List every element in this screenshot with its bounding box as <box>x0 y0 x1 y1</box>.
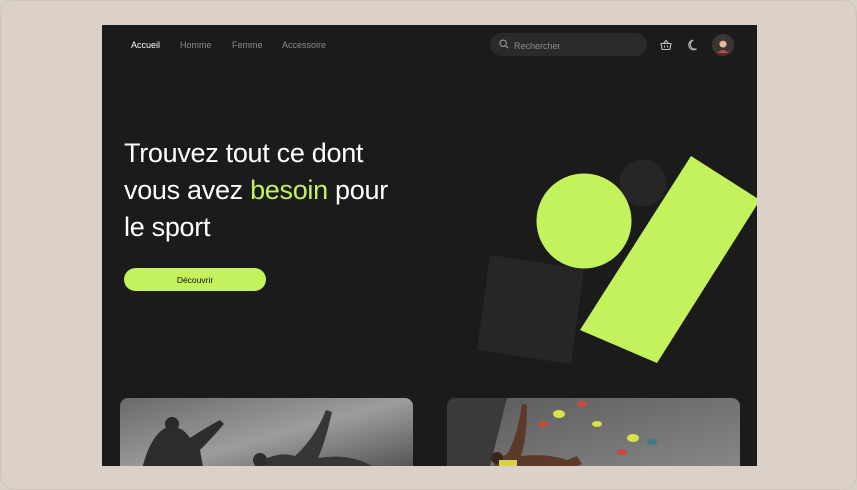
climbing-photo-card[interactable] <box>447 398 740 466</box>
page-viewport: Accueil Homme Femme Accessoire Recherche… <box>102 25 757 466</box>
climbing-photo <box>447 398 740 466</box>
dark-square-shape <box>477 255 584 364</box>
athletes-photo-card[interactable] <box>120 398 413 466</box>
dark-circle-shape <box>619 159 667 207</box>
athletes-photo <box>120 398 413 466</box>
lime-circle-shape <box>536 173 632 269</box>
browser-frame: Accueil Homme Femme Accessoire Recherche… <box>0 0 857 490</box>
